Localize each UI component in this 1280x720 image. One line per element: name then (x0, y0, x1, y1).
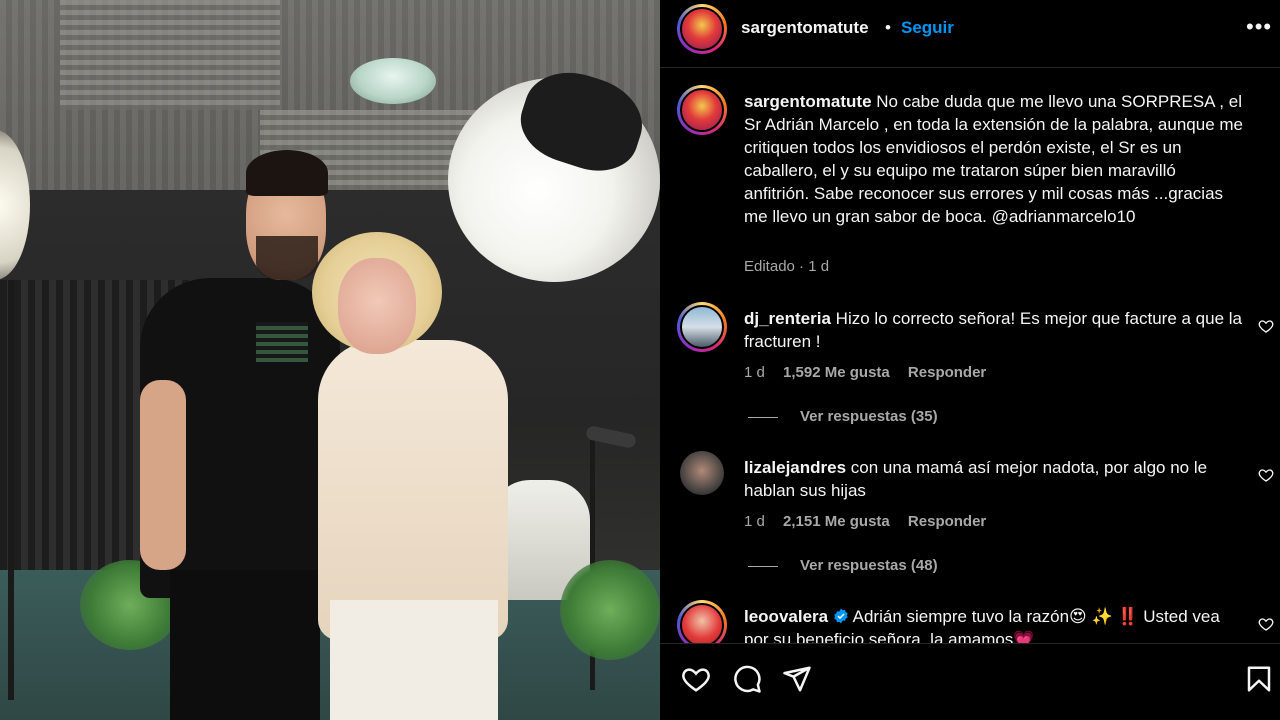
caption-username[interactable]: sargentomatute (744, 92, 872, 111)
caption-text: sargentomatute No cabe duda que me llevo… (744, 90, 1244, 228)
commenter-avatar[interactable] (680, 451, 724, 495)
light-stand (8, 280, 14, 700)
post-panel: sargentomatute • Seguir ••• sargentomatu… (660, 0, 1280, 720)
acoustic-foam (60, 0, 280, 110)
author-avatar[interactable] (677, 4, 727, 54)
comment-text: lizalejandres con una mamá así mejor nad… (744, 456, 1244, 502)
woman-pants (330, 600, 498, 720)
comment-likes[interactable]: 2,151 Me gusta (783, 513, 890, 530)
comments-list[interactable]: sargentomatute No cabe duda que me llevo… (660, 69, 1280, 643)
separator-dot: • (885, 18, 891, 37)
comment-icon[interactable] (732, 664, 762, 694)
comment-age: 1 d (744, 513, 765, 530)
comment-meta: 1 d 1,592 Me gusta Responder (744, 364, 1000, 381)
comment-likes[interactable]: 1,592 Me gusta (783, 364, 890, 381)
post-photo[interactable] (0, 0, 660, 720)
comment-username[interactable]: leoovalera (744, 607, 828, 626)
shirt-logo (256, 322, 308, 362)
comment-age: 1 d (744, 364, 765, 381)
view-replies-button[interactable]: Ver respuestas (35) (748, 408, 938, 425)
post-header: sargentomatute • Seguir ••• (660, 0, 1280, 68)
man-arm (140, 380, 186, 570)
comment-like-icon[interactable] (1258, 467, 1274, 483)
view-replies-label: Ver respuestas (48) (800, 557, 938, 574)
post-actions (660, 643, 1280, 720)
commenter-avatar[interactable] (677, 600, 727, 643)
comment-username[interactable]: dj_renteria (744, 309, 831, 328)
reply-button[interactable]: Responder (908, 364, 986, 381)
woman-face (338, 258, 416, 354)
comment-text: leoovalera Adrián siempre tuvo la razón😍… (744, 605, 1244, 643)
man-beard (256, 236, 318, 280)
commenter-avatar[interactable] (677, 302, 727, 352)
plant (560, 560, 660, 660)
comment-username[interactable]: lizalejandres (744, 458, 846, 477)
man-hair (246, 150, 328, 196)
replies-line (748, 565, 778, 567)
comment-like-icon[interactable] (1258, 318, 1274, 334)
ceiling-light (350, 58, 436, 104)
comment-like-icon[interactable] (1258, 616, 1274, 632)
caption-body: No cabe duda que me llevo una SORPRESA ,… (744, 92, 1243, 226)
reply-button[interactable]: Responder (908, 513, 986, 530)
bookmark-icon[interactable] (1244, 664, 1274, 694)
heart-icon[interactable] (681, 664, 711, 694)
comment-meta: 1 d 2,151 Me gusta Responder (744, 513, 1000, 530)
caption-meta: Editado · 1 d (744, 258, 830, 275)
woman-blouse (318, 340, 508, 640)
view-replies-label: Ver respuestas (35) (800, 408, 938, 425)
share-icon[interactable] (782, 664, 812, 694)
man-pants (170, 570, 320, 720)
replies-line (748, 416, 778, 418)
author-username[interactable]: sargentomatute (741, 18, 869, 38)
follow-button[interactable]: Seguir (901, 18, 954, 38)
verified-badge-icon (834, 608, 848, 624)
more-options-icon[interactable]: ••• (1246, 14, 1272, 40)
author-avatar[interactable] (677, 85, 727, 135)
view-replies-button[interactable]: Ver respuestas (48) (748, 557, 938, 574)
comment-text: dj_renteria Hizo lo correcto señora! Es … (744, 307, 1244, 353)
